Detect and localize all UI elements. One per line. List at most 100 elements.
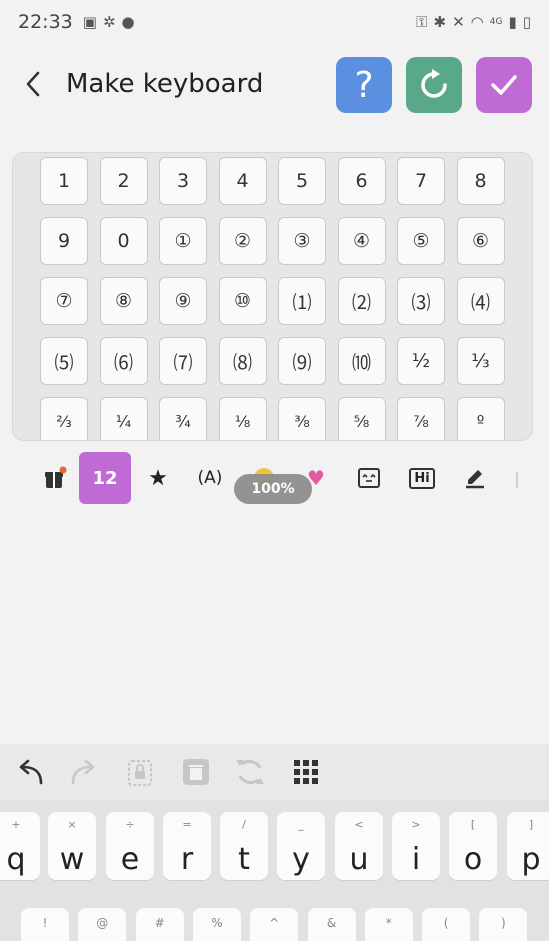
symbol-key[interactable]: ⑶ [397, 277, 445, 325]
key-q[interactable]: + q [0, 812, 40, 880]
keyboard-key[interactable]: ( [422, 908, 471, 941]
key-y[interactable]: _ y [277, 812, 325, 880]
keyboard-key[interactable]: # [135, 908, 184, 941]
symbol-key[interactable]: ⅜ [278, 397, 326, 440]
symbol-key[interactable]: 6 [337, 157, 386, 205]
key-label: p [521, 842, 541, 877]
symbol-key[interactable]: ③ [278, 217, 326, 265]
reset-button[interactable] [406, 57, 462, 113]
keyboard-key[interactable]: & [307, 908, 356, 941]
symbol-key[interactable]: ⑻ [218, 337, 267, 385]
status-bar: 22:33 ▣ ✲ ● ⚿ ✱ ✕ ◠ 4G ▮ ▯ [0, 0, 549, 44]
symbol-key[interactable]: ¾ [159, 397, 207, 440]
swap-button[interactable] [232, 754, 268, 790]
key-p[interactable]: ] p [507, 812, 549, 880]
numbers-category[interactable]: 12 [79, 452, 131, 504]
symbol-key[interactable]: ⅝ [337, 397, 386, 440]
symbol-key[interactable]: ⑺ [159, 337, 207, 385]
symbol-key-grid[interactable]: 12345678 90①②③④⑤⑥ ⑦⑧⑨⑩⑴⑵⑶⑷ ⑸⑹⑺⑻⑼⑽½⅓ ⅔¼¾⅛⅜⅝⅞º [12, 152, 533, 441]
keyboard-key[interactable]: ) [479, 908, 528, 941]
key-hint: ! [42, 916, 48, 930]
key-e[interactable]: ÷ e [106, 812, 154, 880]
symbol-key[interactable]: ⅞ [397, 397, 445, 440]
trash-icon [183, 759, 209, 785]
key-hint: = [182, 818, 192, 831]
key-hint: _ [298, 818, 304, 831]
symbol-key[interactable]: ½ [397, 337, 445, 385]
symbol-key[interactable]: ⑧ [99, 277, 148, 325]
gift-category[interactable] [40, 452, 70, 504]
symbol-key[interactable]: ⅔ [40, 397, 88, 440]
symbol-key[interactable]: ⑽ [337, 337, 386, 385]
key-label: u [349, 842, 369, 877]
symbol-key[interactable]: ⑥ [456, 217, 505, 265]
key-hint: × [67, 818, 77, 831]
symbol-key[interactable]: 0 [99, 217, 148, 265]
symbol-key[interactable]: ⑦ [40, 277, 88, 325]
symbol-key[interactable]: 1 [40, 157, 88, 205]
key-hint: ] [528, 818, 534, 831]
refresh-icon [421, 69, 447, 98]
redo-button[interactable] [66, 754, 102, 790]
custom-category[interactable] [460, 452, 490, 504]
hi-category[interactable]: Hi [406, 452, 438, 504]
symbol-key[interactable]: ⑤ [397, 217, 445, 265]
symbol-key[interactable]: ⑸ [40, 337, 88, 385]
symbol-key[interactable]: ④ [337, 217, 386, 265]
grid-icon [294, 760, 318, 784]
mute-icon: ✕ [452, 12, 465, 31]
favorites-category[interactable]: ★ [142, 452, 174, 504]
keyboard-key[interactable]: @ [78, 908, 127, 941]
key-t[interactable]: / t [220, 812, 268, 880]
letters-category[interactable]: (A) [192, 452, 228, 504]
keyboard-key[interactable]: ^ [250, 908, 299, 941]
back-button[interactable] [18, 67, 48, 101]
emoticon-category[interactable] [354, 452, 384, 504]
symbol-key[interactable]: ⑷ [456, 277, 505, 325]
key-w[interactable]: × w [48, 812, 96, 880]
symbol-key[interactable]: 2 [99, 157, 148, 205]
page-title: Make keyboard [66, 69, 264, 99]
symbol-key[interactable]: ① [159, 217, 207, 265]
symbol-key[interactable]: 8 [456, 157, 505, 205]
symbol-key[interactable]: ⑩ [218, 277, 267, 325]
grid-layout-button[interactable] [288, 754, 324, 790]
symbol-key[interactable]: ⅓ [456, 337, 505, 385]
gift-icon [45, 466, 67, 488]
symbol-key[interactable]: 4 [218, 157, 267, 205]
symbol-key[interactable]: 5 [278, 157, 326, 205]
emoticon-icon [358, 468, 380, 488]
signal-icon: ▮ [508, 12, 517, 31]
keyboard-key[interactable]: ! [21, 908, 69, 941]
symbol-key[interactable]: ⑵ [337, 277, 386, 325]
symbol-key[interactable]: 3 [159, 157, 207, 205]
symbol-key[interactable]: ⑨ [159, 277, 207, 325]
key-icon: ⚿ [416, 12, 428, 31]
key-label: o [463, 842, 483, 877]
symbol-key[interactable]: ⅛ [218, 397, 267, 440]
undo-button[interactable] [12, 754, 48, 790]
keyboard-key[interactable]: * [364, 908, 413, 941]
symbol-key[interactable]: ⑼ [278, 337, 326, 385]
key-o[interactable]: [o [449, 812, 497, 880]
symbol-key[interactable]: ② [218, 217, 267, 265]
key-label: t [238, 842, 250, 877]
keyboard-key[interactable]: % [192, 908, 241, 941]
symbol-key[interactable]: ⑹ [99, 337, 148, 385]
confirm-button[interactable] [476, 57, 532, 113]
symbol-key[interactable]: º [456, 397, 505, 440]
delete-button[interactable] [178, 754, 214, 790]
symbol-key[interactable]: ⑴ [278, 277, 326, 325]
key-hint: [ [470, 818, 476, 831]
battery-icon: ▯ [522, 12, 531, 31]
key-i[interactable]: > i [392, 812, 440, 880]
symbol-key[interactable]: 7 [397, 157, 445, 205]
check-icon [491, 75, 517, 95]
more-categories-indicator: | [514, 468, 520, 488]
symbol-key[interactable]: 9 [40, 217, 88, 265]
key-r[interactable]: = r [163, 812, 211, 880]
key-u[interactable]: < u [335, 812, 383, 880]
symbol-key[interactable]: ¼ [99, 397, 148, 440]
help-button[interactable]: ? [336, 57, 392, 113]
lock-button[interactable] [122, 754, 158, 790]
